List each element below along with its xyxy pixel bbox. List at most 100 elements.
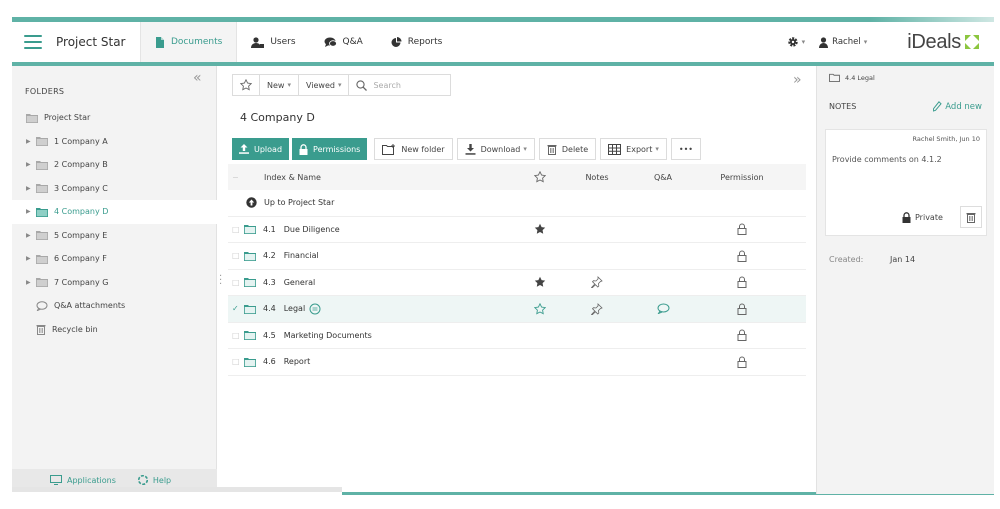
add-note-button[interactable]: Add new	[933, 101, 982, 112]
more-actions-button[interactable]: •••	[670, 138, 702, 160]
tree-item-label: 3 Company C	[54, 183, 108, 193]
row-checkbox[interactable]: □	[228, 331, 244, 340]
row-name: Legal	[283, 304, 306, 314]
chat-bubble-icon[interactable]	[657, 303, 670, 315]
download-icon	[465, 143, 476, 155]
lock-open-icon[interactable]	[737, 250, 747, 262]
column-header-favorite[interactable]	[516, 171, 564, 183]
tree-item-qa-attachments[interactable]: Q&A attachments	[12, 294, 217, 318]
up-to-parent-row[interactable]: Up to Project Star	[228, 190, 806, 217]
star-filled-icon[interactable]	[534, 223, 546, 235]
expand-arrow-icon[interactable]: ▶	[26, 208, 36, 215]
tree-item-company-g[interactable]: ▶ 7 Company G	[12, 271, 217, 295]
expand-arrow-icon[interactable]: ▶	[26, 255, 36, 262]
folder-icon	[244, 304, 256, 314]
pin-icon[interactable]	[591, 302, 603, 315]
lock-open-icon[interactable]	[737, 223, 747, 236]
monitor-icon	[50, 475, 62, 485]
expand-arrow-icon[interactable]: ▶	[26, 161, 36, 168]
lock-open-icon[interactable]	[737, 356, 747, 368]
note-private-toggle[interactable]: Private	[902, 212, 943, 223]
column-header-qa[interactable]: Q&A	[630, 173, 696, 182]
lock-open-icon[interactable]	[737, 276, 747, 289]
expand-arrow-icon[interactable]: ▶	[26, 138, 36, 145]
row-checkbox[interactable]: □	[228, 251, 244, 260]
tree-item-recycle-bin[interactable]: Recycle bin	[12, 318, 217, 342]
drag-handle-icon[interactable]: · · ·	[219, 272, 222, 290]
new-folder-button[interactable]: New folder	[374, 138, 453, 160]
tree-item-label: 5 Company E	[54, 230, 108, 240]
applications-link[interactable]: Applications	[50, 475, 116, 485]
tree-item-company-c[interactable]: ▶ 3 Company C	[12, 177, 217, 201]
expand-arrow-icon[interactable]: ▶	[26, 279, 36, 286]
expand-arrow-icon[interactable]: ▶	[26, 232, 36, 239]
user-icon	[819, 36, 829, 48]
tree-item-company-f[interactable]: ▶ 6 Company F	[12, 247, 217, 271]
star-filled-icon[interactable]	[534, 276, 546, 288]
table-row[interactable]: □ 4.1 Due Diligence	[228, 217, 806, 243]
upload-button[interactable]: Upload	[232, 138, 290, 160]
lock-open-icon[interactable]	[737, 329, 747, 342]
lock-icon	[902, 212, 911, 223]
lock-open-icon[interactable]	[737, 303, 747, 315]
select-all-checkbox[interactable]: −	[228, 173, 244, 182]
table-row-selected[interactable]: ✓ 4.4 Legal	[228, 296, 806, 323]
viewed-filter-dropdown[interactable]: Viewed ▾	[298, 74, 350, 96]
row-index: 4.5	[263, 330, 276, 340]
row-checkbox-checked[interactable]: ✓	[228, 304, 244, 313]
table-row[interactable]: □ 4.2 Financial	[228, 243, 806, 270]
delete-note-button[interactable]	[960, 206, 982, 228]
chevron-down-icon: ▾	[337, 81, 342, 89]
row-checkbox[interactable]: □	[228, 357, 244, 366]
nav-users[interactable]: Users	[237, 22, 309, 62]
new-filter-dropdown[interactable]: New ▾	[260, 74, 299, 96]
tree-item-company-b[interactable]: ▶ 2 Company B	[12, 153, 217, 177]
project-name[interactable]: Project Star	[56, 35, 140, 49]
tree-item-company-a[interactable]: ▶ 1 Company A	[12, 130, 217, 154]
help-link[interactable]: Help	[137, 475, 171, 485]
row-checkbox[interactable]: □	[228, 225, 244, 234]
column-header-permission[interactable]: Permission	[696, 173, 788, 182]
delete-button[interactable]: Delete	[538, 138, 597, 160]
star-outline-icon[interactable]	[534, 302, 546, 315]
column-header-notes[interactable]: Notes	[564, 173, 630, 182]
menu-icon[interactable]	[24, 35, 42, 49]
note-card[interactable]: Rachel Smith, Jun 10 Provide comments on…	[825, 129, 987, 236]
tree-item-company-d[interactable]: ▶ 4 Company D	[12, 200, 217, 224]
chat-bubble-icon	[36, 300, 48, 311]
tree-item-project-star[interactable]: Project Star	[12, 106, 217, 130]
folder-icon	[244, 251, 256, 261]
nav-users-label: Users	[270, 37, 296, 47]
table-row[interactable]: □ 4.5 Marketing Documents	[228, 323, 806, 349]
expand-arrow-icon[interactable]: ▶	[26, 185, 36, 192]
folder-icon	[36, 231, 48, 241]
tree-item-company-e[interactable]: ▶ 5 Company E	[12, 224, 217, 248]
folder-icon	[244, 225, 256, 235]
column-header-name[interactable]: Index & Name	[244, 173, 516, 182]
nav-documents[interactable]: Documents	[141, 22, 237, 62]
note-text: Provide comments on 4.1.2	[832, 155, 942, 164]
notes-badge-icon[interactable]	[309, 303, 321, 315]
selected-item-path: 4.4 Legal	[829, 73, 875, 82]
chevron-down-icon: ▾	[801, 38, 806, 46]
settings-menu[interactable]: ▾	[787, 36, 806, 48]
export-label: Export	[626, 144, 653, 154]
download-dropdown[interactable]: Download ▾	[456, 138, 535, 160]
export-dropdown[interactable]: Export ▾	[600, 138, 667, 160]
horizontal-scrollbar[interactable]	[12, 487, 342, 492]
user-menu[interactable]: Rachel ▾	[819, 36, 867, 48]
pin-icon[interactable]	[591, 276, 603, 289]
favorites-button[interactable]	[232, 74, 260, 96]
collapse-right-panel-icon[interactable]: »	[793, 72, 802, 88]
table-row[interactable]: □ 4.6 Report	[228, 349, 806, 376]
nav-qa[interactable]: Q&A	[310, 22, 377, 62]
trash-icon	[547, 144, 557, 155]
permissions-button[interactable]: Permissions	[292, 138, 368, 160]
table-row[interactable]: □ 4.3 General	[228, 270, 806, 296]
header-right: ▾ Rachel ▾ iDeals	[787, 22, 994, 62]
nav-reports[interactable]: Reports	[377, 22, 457, 62]
collapse-sidebar-icon[interactable]: «	[193, 70, 202, 86]
created-label: Created:	[829, 255, 864, 264]
search-input[interactable]: Search	[349, 74, 452, 96]
row-checkbox[interactable]: □	[228, 278, 244, 287]
